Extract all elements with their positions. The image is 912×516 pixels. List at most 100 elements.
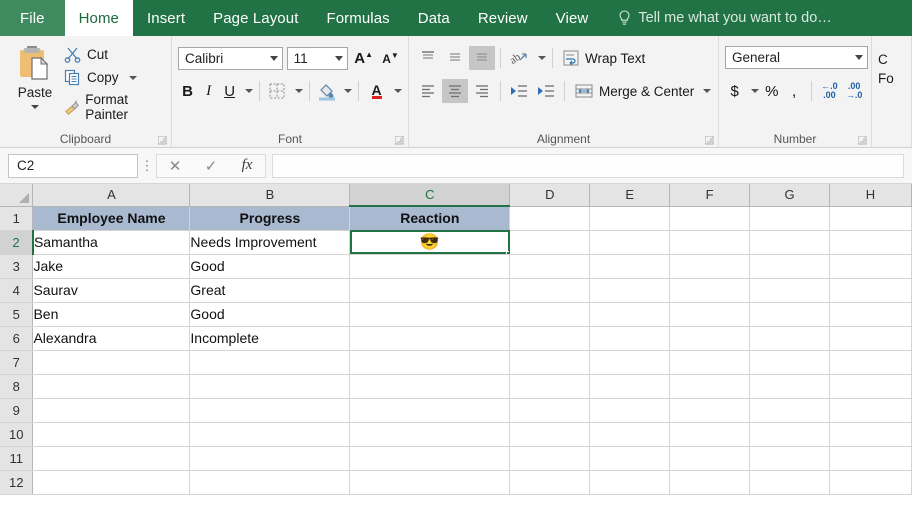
tab-data[interactable]: Data bbox=[404, 0, 464, 36]
tab-view[interactable]: View bbox=[542, 0, 603, 36]
format-painter-button[interactable]: Format Painter bbox=[64, 92, 165, 122]
row-header-6[interactable]: 6 bbox=[0, 326, 34, 351]
cell-e4[interactable] bbox=[589, 278, 671, 303]
cell-b7[interactable] bbox=[189, 350, 351, 375]
merge-center-button[interactable]: Merge & Center bbox=[570, 82, 712, 100]
cell-b9[interactable] bbox=[189, 398, 351, 423]
row-header-3[interactable]: 3 bbox=[0, 254, 34, 279]
orientation-button[interactable]: ab bbox=[506, 46, 532, 70]
decrease-indent-button[interactable] bbox=[506, 79, 532, 103]
cell-e11[interactable] bbox=[589, 446, 671, 471]
column-header-d[interactable]: D bbox=[509, 184, 591, 207]
row-header-7[interactable]: 7 bbox=[0, 350, 34, 375]
cell-h12[interactable] bbox=[829, 470, 912, 495]
cell-c9[interactable] bbox=[349, 398, 511, 423]
cell-h2[interactable] bbox=[829, 230, 912, 255]
confirm-entry-button[interactable]: ✓ bbox=[193, 155, 229, 177]
cell-c2[interactable]: 😎 bbox=[349, 230, 511, 255]
increase-font-size-button[interactable]: A▲ bbox=[352, 46, 375, 70]
insert-function-button[interactable]: fx bbox=[229, 155, 265, 177]
underline-dropdown-button[interactable] bbox=[241, 79, 254, 103]
font-name-combo[interactable]: Calibri bbox=[178, 46, 283, 70]
cell-f2[interactable] bbox=[669, 230, 751, 255]
cell-d11[interactable] bbox=[509, 446, 591, 471]
cell-d6[interactable] bbox=[509, 326, 591, 351]
cell-h3[interactable] bbox=[829, 254, 912, 279]
copy-dropdown-caret-icon[interactable] bbox=[128, 75, 137, 80]
cell-h1[interactable] bbox=[829, 206, 912, 231]
cell-h11[interactable] bbox=[829, 446, 912, 471]
decrease-font-size-button[interactable]: A▼ bbox=[379, 46, 402, 70]
cancel-entry-button[interactable]: ✕ bbox=[157, 155, 193, 177]
name-box[interactable]: C2 bbox=[8, 153, 138, 178]
paste-dropdown-caret-icon[interactable] bbox=[31, 105, 39, 109]
cell-c6[interactable] bbox=[349, 326, 511, 351]
formula-bar-handle[interactable]: ⋮ bbox=[138, 158, 156, 174]
cell-c5[interactable] bbox=[349, 302, 511, 327]
row-header-5[interactable]: 5 bbox=[0, 302, 34, 327]
cell-b2[interactable]: Needs Improvement bbox=[189, 230, 351, 255]
cell-a12[interactable] bbox=[32, 470, 191, 495]
tab-insert[interactable]: Insert bbox=[133, 0, 199, 36]
cell-g11[interactable] bbox=[749, 446, 830, 471]
percent-button[interactable]: % bbox=[762, 79, 781, 103]
row-header-4[interactable]: 4 bbox=[0, 278, 34, 303]
cell-b8[interactable] bbox=[189, 374, 351, 399]
tell-me-search[interactable]: Tell me what you want to do… bbox=[602, 0, 843, 36]
row-header-12[interactable]: 12 bbox=[0, 470, 34, 495]
cell-d8[interactable] bbox=[509, 374, 591, 399]
tab-home[interactable]: Home bbox=[64, 0, 133, 36]
cell-h4[interactable] bbox=[829, 278, 912, 303]
column-header-a[interactable]: A bbox=[32, 184, 191, 207]
cell-h7[interactable] bbox=[829, 350, 912, 375]
cell-g10[interactable] bbox=[749, 422, 830, 447]
cell-c3[interactable] bbox=[349, 254, 511, 279]
row-header-10[interactable]: 10 bbox=[0, 422, 34, 447]
cell-a8[interactable] bbox=[32, 374, 191, 399]
cell-d10[interactable] bbox=[509, 422, 591, 447]
cell-a9[interactable] bbox=[32, 398, 191, 423]
cell-b12[interactable] bbox=[189, 470, 351, 495]
cell-g2[interactable] bbox=[749, 230, 830, 255]
column-header-f[interactable]: F bbox=[669, 184, 751, 207]
clipboard-dialog-launcher-icon[interactable] bbox=[158, 136, 167, 145]
decrease-decimal-button[interactable]: .00 →.0 bbox=[843, 79, 865, 103]
cell-c1[interactable]: Reaction bbox=[349, 206, 511, 231]
cell-d7[interactable] bbox=[509, 350, 591, 375]
tab-page-layout[interactable]: Page Layout bbox=[199, 0, 312, 36]
cell-e2[interactable] bbox=[589, 230, 671, 255]
cell-a4[interactable]: Saurav bbox=[32, 278, 191, 303]
cell-g7[interactable] bbox=[749, 350, 830, 375]
cell-f11[interactable] bbox=[669, 446, 751, 471]
cell-f9[interactable] bbox=[669, 398, 751, 423]
cell-f10[interactable] bbox=[669, 422, 751, 447]
cell-a10[interactable] bbox=[32, 422, 191, 447]
column-header-b[interactable]: B bbox=[189, 184, 351, 207]
cell-f5[interactable] bbox=[669, 302, 751, 327]
cell-d1[interactable] bbox=[509, 206, 591, 231]
cell-b6[interactable]: Incomplete bbox=[189, 326, 351, 351]
cell-a7[interactable] bbox=[32, 350, 191, 375]
comma-button[interactable]: , bbox=[784, 79, 803, 103]
cell-e5[interactable] bbox=[589, 302, 671, 327]
cell-d5[interactable] bbox=[509, 302, 591, 327]
row-header-9[interactable]: 9 bbox=[0, 398, 34, 423]
cell-f8[interactable] bbox=[669, 374, 751, 399]
fill-handle[interactable] bbox=[506, 250, 509, 253]
cell-f7[interactable] bbox=[669, 350, 751, 375]
cell-e8[interactable] bbox=[589, 374, 671, 399]
borders-dropdown-button[interactable] bbox=[291, 79, 303, 103]
cell-g1[interactable] bbox=[749, 206, 830, 231]
cell-h10[interactable] bbox=[829, 422, 912, 447]
cell-d3[interactable] bbox=[509, 254, 591, 279]
cell-g3[interactable] bbox=[749, 254, 830, 279]
cell-a2[interactable]: Samantha bbox=[32, 230, 191, 255]
cell-h5[interactable] bbox=[829, 302, 912, 327]
cell-b11[interactable] bbox=[189, 446, 351, 471]
cell-g6[interactable] bbox=[749, 326, 830, 351]
increase-decimal-button[interactable]: ←.0.00 bbox=[819, 79, 841, 103]
conditional-formatting-line2[interactable]: Fo bbox=[878, 69, 905, 88]
cell-c7[interactable] bbox=[349, 350, 511, 375]
cell-a6[interactable]: Alexandra bbox=[32, 326, 191, 351]
cell-c12[interactable] bbox=[349, 470, 511, 495]
